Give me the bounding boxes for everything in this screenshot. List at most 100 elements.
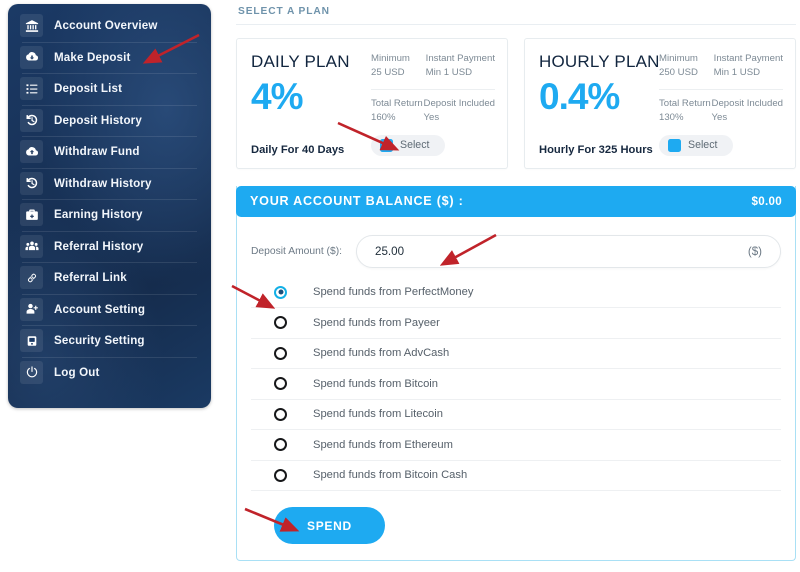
deposit-form: Deposit Amount ($): 25.00 ($) Spend fund… xyxy=(237,217,795,561)
plan-stat-divider xyxy=(371,88,495,90)
page-title: SELECT A PLAN xyxy=(238,6,330,17)
plan-deposit-included: Deposit Included Yes xyxy=(712,98,783,125)
plan-select-wrap: Select xyxy=(659,125,783,156)
sidebar-item-earning-history[interactable]: Earning History xyxy=(8,199,211,231)
account-balance-panel: YOUR ACCOUNT BALANCE ($) : $0.00 Deposit… xyxy=(236,185,796,562)
radio-unselected-icon[interactable] xyxy=(274,407,287,421)
account-balance-amount: $0.00 xyxy=(751,194,782,208)
sidebar-item-deposit-history[interactable]: Deposit History xyxy=(8,104,211,137)
plan-duration: Daily For 40 Days xyxy=(251,143,345,156)
payment-method-label: Spend funds from Bitcoin xyxy=(313,377,438,390)
plan-name: HOURLY PLAN xyxy=(539,52,660,71)
app-screenshot: Account Overview Make Deposit Deposit List… xyxy=(0,0,800,572)
plan-return-value: 130% xyxy=(659,111,684,123)
plan-details: Minimum 25 USD Instant Payment Min 1 USD Tot… xyxy=(367,53,495,156)
plan-included-key: Deposit Included xyxy=(423,97,495,109)
sidebar-item-label: Make Deposit xyxy=(54,50,131,64)
plan-duration: Hourly For 325 Hours xyxy=(539,143,653,156)
deposit-amount-input[interactable]: 25.00 ($) xyxy=(356,234,781,268)
deposit-currency-suffix: ($) xyxy=(747,244,762,258)
plan-minimum: Minimum 25 USD xyxy=(371,53,426,80)
plan-select-toggle[interactable]: Select xyxy=(659,134,734,156)
plan-stat-row-bottom: Total Return 130% Deposit Included Yes xyxy=(659,98,783,125)
sidebar-item-withdraw-fund[interactable]: Withdraw Fund xyxy=(8,136,211,168)
cloud-upload-icon xyxy=(20,140,43,164)
payment-method-label: Spend funds from Payeer xyxy=(313,316,440,329)
bank-icon xyxy=(20,14,43,38)
sidebar-item-make-deposit[interactable]: Make Deposit xyxy=(8,41,211,74)
payment-method-row[interactable]: Spend funds from PerfectMoney xyxy=(251,278,781,309)
plan-minimum: Minimum 250 USD xyxy=(659,53,714,80)
payment-method-label: Spend funds from PerfectMoney xyxy=(313,286,474,299)
sidebar-item-label: Deposit History xyxy=(54,113,142,127)
plan-minimum-key: Minimum xyxy=(371,53,410,64)
sidebar-item-deposit-list[interactable]: Deposit List xyxy=(8,73,211,105)
checkbox-checked-icon[interactable] xyxy=(380,138,393,152)
sidebar-nav: Account Overview Make Deposit Deposit List… xyxy=(8,4,211,408)
plan-stat-row-bottom: Total Return 160% Deposit Included Yes xyxy=(371,98,495,125)
radio-unselected-icon[interactable] xyxy=(274,346,287,360)
plan-total-return: Total Return 160% xyxy=(371,98,424,125)
sidebar-item-withdraw-history[interactable]: Withdraw History xyxy=(8,167,211,200)
plan-payment: Instant Payment Min 1 USD xyxy=(426,53,495,80)
payment-method-row[interactable]: Spend funds from Bitcoin xyxy=(251,369,781,400)
plan-card-list: DAILY PLAN 4% Daily For 40 Days Minimum 25 U… xyxy=(236,38,796,169)
payment-method-row[interactable]: Spend funds from AdvCash xyxy=(251,339,781,370)
plan-total-return: Total Return 130% xyxy=(659,98,712,125)
radio-unselected-icon[interactable] xyxy=(274,438,287,452)
plan-minimum-value: 250 USD xyxy=(659,66,698,78)
plan-included-key: Deposit Included xyxy=(711,97,783,109)
sidebar-item-log-out[interactable]: Log Out xyxy=(8,356,211,389)
spend-button[interactable]: SPEND xyxy=(274,507,385,545)
checkbox-unchecked-icon[interactable] xyxy=(668,138,681,152)
plan-return-value: 160% xyxy=(371,111,396,123)
sidebar-item-label: Account Setting xyxy=(54,302,146,316)
sidebar-item-account-overview[interactable]: Account Overview xyxy=(8,10,211,42)
sidebar-item-security-setting[interactable]: Security Setting xyxy=(8,325,211,357)
plan-select-wrap: Select xyxy=(371,125,495,156)
payment-method-row[interactable]: Spend funds from Payeer xyxy=(251,308,781,339)
plan-stat-row-top: Minimum 25 USD Instant Payment Min 1 USD xyxy=(371,53,495,80)
plan-card-daily-plan[interactable]: DAILY PLAN 4% Daily For 40 Days Minimum 25 U… xyxy=(236,38,508,169)
radio-selected-icon[interactable] xyxy=(274,285,287,299)
plan-deposit-included: Deposit Included Yes xyxy=(424,98,495,125)
account-balance-label: YOUR ACCOUNT BALANCE ($) : xyxy=(250,194,464,209)
plan-percent: 0.4% xyxy=(539,75,620,117)
deposit-amount-value: 25.00 xyxy=(375,244,405,258)
sidebar-item-label: Withdraw History xyxy=(54,176,152,190)
plan-summary: DAILY PLAN 4% Daily For 40 Days xyxy=(251,52,367,156)
deposit-amount-label: Deposit Amount ($): xyxy=(251,245,342,257)
user-plus-icon xyxy=(20,297,43,321)
list-icon xyxy=(20,77,43,101)
radio-unselected-icon[interactable] xyxy=(274,468,287,482)
plan-minimum-value: 25 USD xyxy=(371,66,405,78)
payment-method-row[interactable]: Spend funds from Bitcoin Cash xyxy=(251,461,781,492)
plan-payment-value: Min 1 USD xyxy=(425,66,473,78)
plan-select-toggle[interactable]: Select xyxy=(371,134,446,156)
plan-included-value: Yes xyxy=(711,111,728,123)
sidebar-item-label: Referral History xyxy=(54,239,144,253)
plan-payment: Instant Payment Min 1 USD xyxy=(714,53,783,80)
main-content: SELECT A PLAN DAILY PLAN 4% Daily For 40 D… xyxy=(236,0,796,572)
account-balance-bar: YOUR ACCOUNT BALANCE ($) : $0.00 xyxy=(236,185,796,217)
sidebar-item-referral-link[interactable]: Referral Link xyxy=(8,262,211,294)
radio-unselected-icon[interactable] xyxy=(274,377,287,391)
sidebar-item-account-setting[interactable]: Account Setting xyxy=(8,293,211,326)
plan-payment-key: Instant Payment xyxy=(425,53,495,64)
radio-unselected-icon[interactable] xyxy=(274,316,287,330)
deposit-amount-row: Deposit Amount ($): 25.00 ($) xyxy=(251,229,781,278)
payment-method-row[interactable]: Spend funds from Ethereum xyxy=(251,430,781,461)
payment-method-label: Spend funds from Bitcoin Cash xyxy=(313,469,468,482)
plan-payment-value: Min 1 USD xyxy=(713,66,761,78)
plan-payment-key: Instant Payment xyxy=(713,53,783,64)
payment-method-row[interactable]: Spend funds from Litecoin xyxy=(251,400,781,431)
link-icon xyxy=(20,266,43,290)
sidebar-item-label: Log Out xyxy=(54,365,100,379)
payment-method-list: Spend funds from PerfectMoney Spend funds… xyxy=(251,278,781,494)
plan-stat-divider xyxy=(659,88,783,90)
plan-card-hourly-plan[interactable]: HOURLY PLAN 0.4% Hourly For 325 Hours Minim… xyxy=(524,38,796,169)
sidebar-item-referral-history[interactable]: Referral History xyxy=(8,230,211,263)
payment-method-label: Spend funds from Ethereum xyxy=(313,438,453,451)
plan-select-label: Select xyxy=(400,139,430,152)
sidebar-item-label: Account Overview xyxy=(54,19,158,33)
